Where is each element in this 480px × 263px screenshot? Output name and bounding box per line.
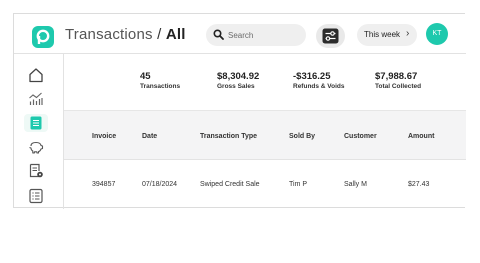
table-header: Invoice Date Transaction Type Sold By Cu… <box>64 111 466 160</box>
date-range-label: This week <box>364 30 401 39</box>
report-list-icon <box>29 188 43 204</box>
stat-label: Refunds & Voids <box>293 83 345 90</box>
top-bar: Transactions / All This week › KT <box>14 14 466 54</box>
stat-gross-sales: $8,304.92 Gross Sales <box>217 71 259 90</box>
title-separator: / <box>157 26 162 43</box>
search-input[interactable] <box>228 27 300 43</box>
column-header-customer[interactable]: Customer <box>344 133 377 140</box>
column-header-date[interactable]: Date <box>142 133 157 140</box>
stat-label: Transactions <box>140 83 181 90</box>
title-section: Transactions <box>65 26 153 43</box>
user-avatar[interactable]: KT <box>426 23 448 45</box>
sidebar-nav <box>14 54 64 209</box>
stat-value: $8,304.92 <box>217 71 260 82</box>
stat-value: $7,988.67 <box>375 71 418 82</box>
app-window: Transactions / All This week › KT <box>13 13 466 209</box>
invoice-settings-icon <box>29 163 43 178</box>
cell-customer: Sally M <box>344 181 367 188</box>
table-row[interactable]: 394857 07/18/2024 Swiped Credit Sale Tim… <box>64 160 466 208</box>
sidebar-item-reports[interactable] <box>24 89 48 107</box>
home-icon <box>29 68 43 83</box>
column-header-amount[interactable]: Amount <box>408 133 434 140</box>
column-header-transaction-type[interactable]: Transaction Type <box>200 133 257 140</box>
chevron-right-icon: › <box>406 28 410 39</box>
page-title: Transactions / All <box>65 26 186 43</box>
sidebar-item-savings[interactable] <box>24 138 48 156</box>
search-icon <box>213 29 224 40</box>
stat-transactions: 45 Transactions <box>140 71 180 90</box>
summary-stats: 45 Transactions $8,304.92 Gross Sales -$… <box>64 54 466 111</box>
cell-transaction-type: Swiped Credit Sale <box>200 181 260 188</box>
sidebar-item-invoices[interactable] <box>24 162 48 180</box>
stat-value: -$316.25 <box>293 71 331 82</box>
stat-label: Total Collected <box>375 83 422 90</box>
filter-sliders-icon <box>322 28 339 44</box>
filter-button[interactable] <box>316 24 345 48</box>
sidebar-item-home[interactable] <box>24 66 48 84</box>
sidebar-item-transactions[interactable] <box>24 114 48 132</box>
brand-logo-icon[interactable] <box>32 26 54 48</box>
column-header-invoice[interactable]: Invoice <box>92 133 116 140</box>
chart-icon <box>29 92 43 105</box>
stat-label: Gross Sales <box>217 83 255 90</box>
stat-value: 45 <box>140 71 151 82</box>
piggy-bank-icon <box>29 141 44 154</box>
title-filter: All <box>165 26 186 43</box>
transactions-icon <box>30 116 42 130</box>
cell-invoice: 394857 <box>92 181 116 188</box>
stat-refunds-voids: -$316.25 Refunds & Voids <box>293 71 345 90</box>
cell-amount: $27.43 <box>408 181 430 188</box>
sidebar-item-reports-list[interactable] <box>24 187 48 205</box>
stat-total-collected: $7,988.67 Total Collected <box>375 71 421 90</box>
cell-date: 07/18/2024 <box>142 181 178 188</box>
search-box[interactable] <box>206 24 306 46</box>
cell-sold-by: Tim P <box>289 181 308 188</box>
column-header-sold-by[interactable]: Sold By <box>289 133 315 140</box>
date-range-selector[interactable]: This week › <box>357 24 417 46</box>
